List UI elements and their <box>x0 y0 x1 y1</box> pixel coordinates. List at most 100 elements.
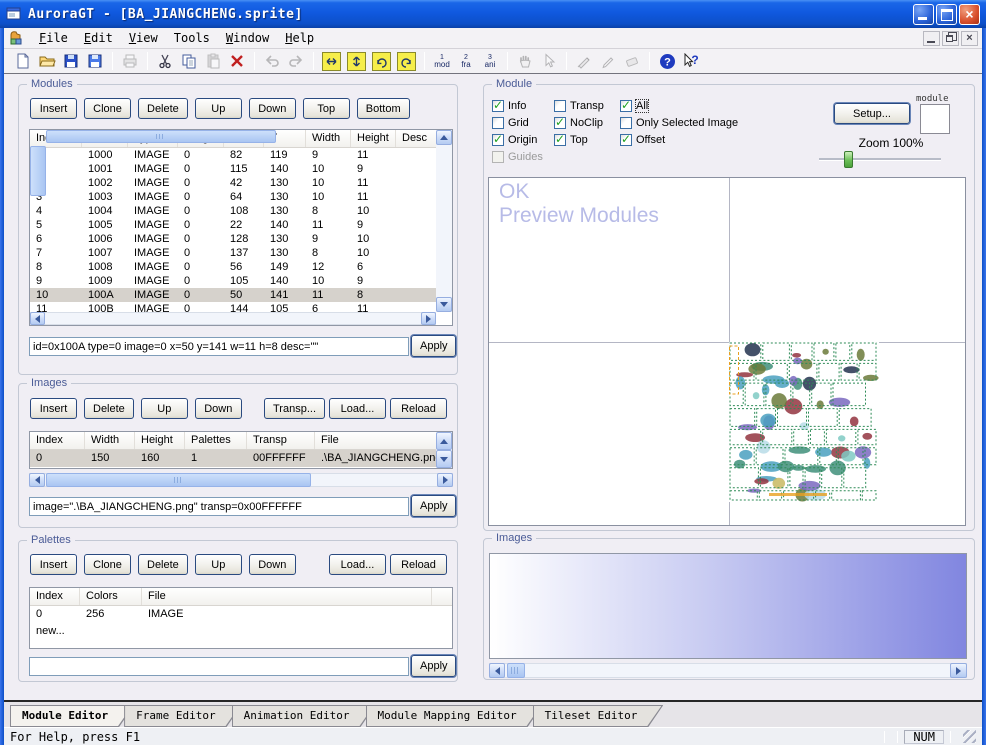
table-row[interactable]: 41004IMAGE0108130810 <box>30 204 436 218</box>
mdi-close-button[interactable]: × <box>961 31 978 46</box>
palettes-down-button[interactable]: Down <box>249 554 296 575</box>
table-row[interactable]: new... <box>30 623 452 640</box>
column-header-file[interactable]: File <box>315 432 453 449</box>
checkbox-grid[interactable]: Grid <box>492 114 554 131</box>
table-row[interactable]: 61006IMAGE0128130910 <box>30 232 436 246</box>
images-table-scroll-left-button[interactable] <box>29 473 45 487</box>
images-table-scroll-down-button[interactable] <box>436 450 452 468</box>
modules-up-button[interactable]: Up <box>195 98 242 119</box>
table-row[interactable]: 11001IMAGE0115140109 <box>30 162 436 176</box>
module-apply-button[interactable]: Apply <box>411 335 456 357</box>
column-header-palettes[interactable]: Palettes <box>185 432 247 449</box>
tab-module-editor[interactable]: Module Editor <box>10 705 134 727</box>
checkbox-origin[interactable]: Origin <box>492 131 554 148</box>
palettes-clone-button[interactable]: Clone <box>84 554 131 575</box>
column-header-transp[interactable]: Transp <box>247 432 315 449</box>
table-row[interactable]: 71007IMAGE0137130810 <box>30 246 436 260</box>
table-row[interactable]: 31003IMAGE0641301011 <box>30 190 436 204</box>
flip-vertical-button[interactable] <box>347 52 366 71</box>
modules-bottom-button[interactable]: Bottom <box>357 98 410 119</box>
images-transp-button[interactable]: Transp... <box>264 398 325 419</box>
table-row[interactable]: 11100BIMAGE0144105611 <box>30 302 436 312</box>
minimize-button[interactable] <box>913 4 934 25</box>
checkbox-noclip[interactable]: NoClip <box>554 114 620 131</box>
close-button[interactable]: × <box>959 4 980 25</box>
context-help-button[interactable]: ? <box>680 50 702 72</box>
tab-module-mapping-editor[interactable]: Module Mapping Editor <box>366 705 543 727</box>
table-row[interactable]: 81008IMAGE056149126 <box>30 260 436 274</box>
open-folder-button[interactable] <box>36 50 58 72</box>
help-button[interactable]: ? <box>656 50 678 72</box>
images-insert-button[interactable]: Insert <box>30 398 77 419</box>
images-delete-button[interactable]: Delete <box>84 398 134 419</box>
table-row[interactable]: 10100AIMAGE050141118 <box>30 288 436 302</box>
setup-button[interactable]: Setup... <box>834 103 910 124</box>
module-apply-input[interactable] <box>29 337 409 356</box>
checkbox-all[interactable]: All <box>620 97 738 114</box>
tab-tileset-editor[interactable]: Tileset Editor <box>533 705 664 727</box>
column-header-index[interactable]: Index <box>30 432 85 449</box>
images-table-scroll-right-button[interactable] <box>437 473 453 487</box>
table-row[interactable]: 01000IMAGE082119911 <box>30 148 436 162</box>
checkbox-top[interactable]: Top <box>554 131 620 148</box>
modules-table-scroll-left-button[interactable] <box>30 312 45 325</box>
menu-view[interactable]: View <box>121 29 166 47</box>
palettes-delete-button[interactable]: Delete <box>138 554 188 575</box>
modules-insert-button[interactable]: Insert <box>30 98 77 119</box>
image-apply-button[interactable]: Apply <box>411 495 456 517</box>
zoom-slider-thumb[interactable] <box>844 151 853 168</box>
module-preview-canvas[interactable]: OK Preview Modules <box>488 177 966 526</box>
images-load-button[interactable]: Load... <box>329 398 386 419</box>
frame-mode-button[interactable]: 2fra <box>455 50 477 72</box>
column-header-height[interactable]: Height <box>351 130 396 147</box>
new-file-button[interactable] <box>12 50 34 72</box>
images-table-hscroll-thumb[interactable] <box>46 473 311 487</box>
copy-button[interactable] <box>178 50 200 72</box>
images-down-button[interactable]: Down <box>195 398 242 419</box>
column-header-width[interactable]: Width <box>306 130 351 147</box>
modules-clone-button[interactable]: Clone <box>84 98 131 119</box>
flip-horizontal-button[interactable] <box>322 52 341 71</box>
rotate-ccw-button[interactable] <box>397 52 416 71</box>
images-strip-scroll-right-button[interactable] <box>950 663 967 678</box>
app-icon[interactable] <box>6 6 22 22</box>
menu-tools[interactable]: Tools <box>166 29 218 47</box>
palettes-reload-button[interactable]: Reload <box>390 554 447 575</box>
modules-table-scroll-right-button[interactable] <box>421 312 436 325</box>
menu-window[interactable]: Window <box>218 29 277 47</box>
checkbox-only-selected-image[interactable]: Only Selected Image <box>620 114 738 131</box>
modules-table-scroll-down-button[interactable] <box>436 297 452 312</box>
modules-table-hscroll-track[interactable] <box>30 312 436 325</box>
column-header-width[interactable]: Width <box>85 432 135 449</box>
table-row[interactable]: 51005IMAGE022140119 <box>30 218 436 232</box>
modules-table-hscroll-thumb[interactable] <box>46 130 276 143</box>
column-header-height[interactable]: Height <box>135 432 185 449</box>
mdi-minimize-button[interactable] <box>923 31 940 46</box>
save-all-button[interactable] <box>84 50 106 72</box>
modules-table-scroll-up-button[interactable] <box>436 130 452 145</box>
image-apply-input[interactable] <box>29 497 409 516</box>
anim-mode-button[interactable]: 3ani <box>479 50 501 72</box>
images-strip-canvas[interactable] <box>489 553 967 659</box>
checkbox-offset[interactable]: Offset <box>620 131 738 148</box>
table-row[interactable]: 91009IMAGE0105140109 <box>30 274 436 288</box>
images-strip-hscroll-track[interactable] <box>489 663 967 678</box>
images-table-scroll-up-button[interactable] <box>436 432 452 450</box>
palettes-up-button[interactable]: Up <box>195 554 242 575</box>
images-up-button[interactable]: Up <box>141 398 188 419</box>
tab-frame-editor[interactable]: Frame Editor <box>124 705 241 727</box>
palettes-insert-button[interactable]: Insert <box>30 554 77 575</box>
modules-top-button[interactable]: Top <box>303 98 350 119</box>
save-button[interactable] <box>60 50 82 72</box>
menu-file[interactable]: File <box>31 29 76 47</box>
module-mode-button[interactable]: 1mod <box>431 50 453 72</box>
modules-delete-button[interactable]: Delete <box>138 98 188 119</box>
tab-animation-editor[interactable]: Animation Editor <box>232 705 376 727</box>
maximize-button[interactable] <box>936 4 957 25</box>
table-row[interactable]: 0256IMAGE <box>30 606 452 623</box>
images-strip-hscroll-thumb[interactable] <box>507 663 525 678</box>
checkbox-info[interactable]: Info <box>492 97 554 114</box>
delete-button[interactable] <box>226 50 248 72</box>
column-header-colors[interactable]: Colors <box>80 588 142 605</box>
checkbox-transp[interactable]: Transp <box>554 97 620 114</box>
